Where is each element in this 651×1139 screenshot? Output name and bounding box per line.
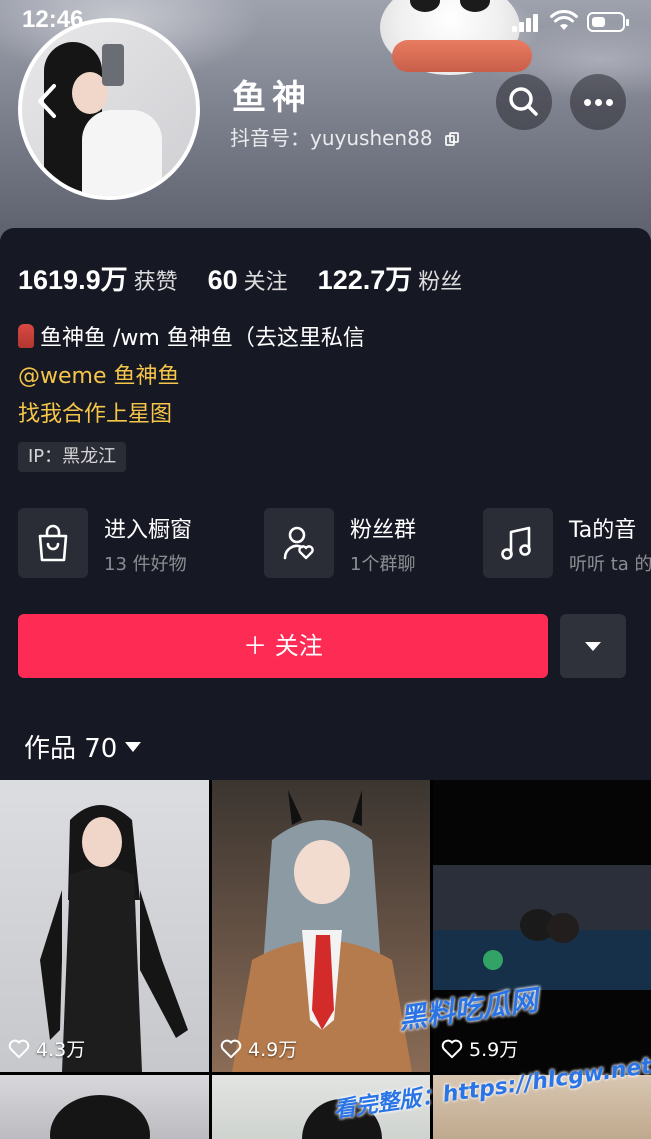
works-tab[interactable]: 作品 70 [24, 728, 142, 765]
video-likes: 4.9万 [220, 1035, 297, 1062]
douyin-id: 抖音号：yuyushen88 [230, 122, 459, 151]
cover-scarf [392, 40, 532, 72]
heart-icon [220, 1039, 242, 1059]
bio-line-1: 鱼神鱼 /wm 鱼神鱼（去这里私信 [18, 320, 365, 358]
shop-window-entry[interactable]: 进入橱窗 13 件好物 [18, 508, 248, 580]
more-button[interactable] [570, 74, 626, 130]
recommend-dropdown-button[interactable] [560, 614, 626, 678]
cellular-signal-icon [512, 14, 538, 32]
video-thumbnail[interactable]: 4.9万 [212, 780, 430, 1072]
video-likes-count: 4.9万 [248, 1039, 298, 1061]
follow-button[interactable]: ＋ 关注 [18, 614, 548, 678]
wifi-icon [550, 10, 578, 30]
profile-name: 鱼神 [232, 78, 312, 118]
shopping-bag-icon [18, 508, 88, 578]
video-thumbnail[interactable]: 4.3万 [0, 780, 209, 1072]
feature-shortcuts: 进入橱窗 13 件好物 粉丝群 1个群聊 Ta的音 听听 ta 的 [18, 508, 651, 580]
back-arrow-icon[interactable] [30, 78, 66, 124]
heart-icon [8, 1039, 30, 1059]
video-cover-image [40, 805, 188, 1072]
followers-label[interactable]: 粉丝 [418, 264, 462, 296]
shop-window-subtitle: 13 件好物 [104, 554, 187, 575]
fan-group-title: 粉丝群 [350, 518, 417, 543]
bio-mention-link[interactable]: @weme 鱼神鱼 [18, 358, 365, 396]
video-likes: 4.3万 [8, 1035, 85, 1062]
music-entry[interactable]: Ta的音 听听 ta 的 [483, 508, 651, 580]
music-title: Ta的音 [569, 518, 637, 543]
video-likes-count: 5.9万 [469, 1039, 519, 1061]
copy-icon[interactable] [444, 132, 459, 147]
more-dots-icon [584, 99, 613, 106]
works-tab-label: 作品 70 [24, 734, 118, 764]
fan-group-entry[interactable]: 粉丝群 1个群聊 [264, 508, 474, 580]
caret-down-icon [125, 742, 142, 752]
scarf-emoji-icon [18, 324, 34, 348]
likes-count[interactable]: 1619.9万 [18, 258, 128, 297]
video-cover-image [232, 790, 412, 1072]
followers-count[interactable]: 122.7万 [318, 258, 413, 297]
ip-location-tag: IP：黑龙江 [18, 442, 127, 472]
likes-label[interactable]: 获赞 [134, 264, 178, 296]
bio-text-1: 鱼神鱼 /wm 鱼神鱼（去这里私信 [40, 326, 365, 351]
battery-level [592, 17, 605, 27]
bio: 鱼神鱼 /wm 鱼神鱼（去这里私信 @weme 鱼神鱼 找我合作上星图 [18, 320, 365, 434]
search-button[interactable] [496, 74, 552, 130]
profile-stats: 1619.9万 获赞 60 关注 122.7万 粉丝 [18, 258, 492, 297]
search-icon [509, 87, 538, 116]
music-subtitle: 听听 ta 的 [569, 554, 651, 575]
fan-group-subtitle: 1个群聊 [350, 554, 416, 575]
video-likes-count: 4.3万 [36, 1039, 86, 1061]
following-count[interactable]: 60 [208, 265, 238, 296]
video-thumbnail[interactable] [0, 1075, 209, 1139]
video-likes: 5.9万 [441, 1035, 518, 1062]
battery-icon [587, 12, 629, 32]
bio-link[interactable]: 找我合作上星图 [18, 396, 365, 434]
shop-window-title: 进入橱窗 [104, 518, 193, 543]
douyin-id-text: 抖音号：yuyushen88 [230, 126, 433, 150]
heart-icon [441, 1039, 463, 1059]
music-note-icon [483, 508, 553, 578]
following-label[interactable]: 关注 [244, 264, 288, 296]
profile-panel: 1619.9万 获赞 60 关注 122.7万 粉丝 鱼神鱼 /wm 鱼神鱼（去… [0, 228, 651, 788]
fan-group-icon [264, 508, 334, 578]
